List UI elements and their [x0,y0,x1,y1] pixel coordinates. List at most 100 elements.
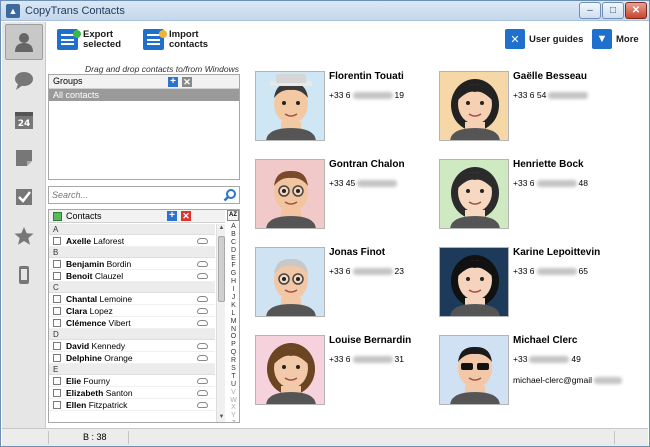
alphabet-letter[interactable]: X [227,404,239,412]
contact-phone-start: +33 6 [329,266,351,276]
contact-card[interactable]: Henriette Bock +33 6 48 [439,159,639,239]
contact-card-name: Gontran Chalon [329,159,405,170]
nav-phone-button[interactable] [5,257,43,293]
alphabet-letter[interactable]: F [227,262,239,270]
contact-name: David Kennedy [66,340,125,352]
contact-row[interactable]: Delphine Orange [49,352,215,364]
alphabet-letter[interactable]: N [227,326,239,334]
contact-checkbox[interactable] [53,354,61,362]
contact-last-name: Bordin [106,259,132,269]
alphabet-letter[interactable]: E [227,255,239,263]
contact-card[interactable]: Michael Clerc +33 49 michael-clerc@gmail [439,335,639,415]
import-contacts-button[interactable]: Import contacts [143,29,208,50]
drag-drop-hint: Drag and drop contacts to/from Windows [85,64,239,74]
alphabet-letter[interactable]: P [227,341,239,349]
search-icon[interactable] [223,188,237,202]
avatar-illustration [450,167,500,228]
scroll-thumb[interactable] [218,236,225,302]
import-label: Import contacts [169,30,208,50]
contact-checkbox[interactable] [53,295,61,303]
contact-card[interactable]: Gaëlle Besseau +33 6 54 [439,71,639,151]
scroll-up-arrow-icon[interactable]: ▲ [217,224,226,233]
select-all-checkbox[interactable] [53,212,62,221]
contact-list-scrollbar[interactable]: ▲ ▼ [216,224,225,422]
contact-row[interactable]: Chantal Lemoine [49,293,215,305]
delete-group-button[interactable]: ✕ [182,77,192,87]
contact-card[interactable]: Jonas Finot +33 6 23 [255,247,455,327]
alphabet-letter[interactable]: S [227,365,239,373]
minimize-button[interactable]: – [579,2,601,19]
contact-checkbox[interactable] [53,307,61,315]
blurred-text [536,180,577,188]
contact-checkbox[interactable] [53,389,61,397]
alphabet-letter[interactable]: B [227,231,239,239]
group-item-all-contacts[interactable]: All contacts [49,89,239,101]
alphabet-letter[interactable]: C [227,239,239,247]
contact-card[interactable]: Karine Lepoittevin +33 6 65 [439,247,639,327]
contact-checkbox[interactable] [53,260,61,268]
alphabet-letter[interactable]: M [227,318,239,326]
alphabet-letter[interactable]: K [227,302,239,310]
contact-first-name: Elie [66,376,82,386]
nav-bookmarks-button[interactable] [5,218,43,254]
contact-checkbox[interactable] [53,272,61,280]
contact-row[interactable]: Axelle Laforest [49,235,215,247]
contact-checkbox[interactable] [53,401,61,409]
alphabet-letter[interactable]: G [227,270,239,278]
contact-checkbox[interactable] [53,319,61,327]
alphabet-letter[interactable]: U [227,381,239,389]
contact-row[interactable]: Clémence Vibert [49,317,215,329]
alphabet-letter[interactable]: V [227,389,239,397]
contact-checkbox[interactable] [53,377,61,385]
contact-last-name: Orange [104,353,133,363]
alphabet-letter[interactable]: H [227,278,239,286]
contact-row[interactable]: David Kennedy [49,340,215,352]
nav-notes-button[interactable] [5,140,43,176]
contact-phone-start: +33 6 [329,354,351,364]
add-group-button[interactable]: + [168,77,178,87]
alphabet-letter[interactable]: Z [227,420,239,422]
alphabet-letter[interactable]: I [227,286,239,294]
more-button[interactable]: ▼ More [592,29,639,49]
contact-row[interactable]: Elie Fourny [49,375,215,387]
alphabet-letter[interactable]: O [227,333,239,341]
alphabet-letter[interactable]: Q [227,349,239,357]
search-input[interactable] [49,187,219,203]
contact-checkbox[interactable] [53,342,61,350]
contact-row[interactable]: Clara Lopez [49,305,215,317]
contact-card[interactable]: Louise Bernardin +33 6 31 [255,335,455,415]
alphabet-letter[interactable]: T [227,373,239,381]
alphabet-letter[interactable]: W [227,397,239,405]
contact-card-name: Jonas Finot [329,247,386,258]
add-contact-button[interactable]: + [167,211,177,221]
nav-contacts-button[interactable] [5,24,43,60]
contact-card[interactable]: Gontran Chalon +33 45 [255,159,455,239]
scroll-down-arrow-icon[interactable]: ▼ [217,413,226,422]
contact-row[interactable]: Elizabeth Santon [49,387,215,399]
status-bar: B : 38 [2,428,648,446]
delete-contact-button[interactable]: ✕ [181,211,191,221]
close-button[interactable]: ✕ [625,2,647,19]
contact-last-name: Fitzpatrick [88,400,128,410]
contact-row[interactable]: Benjamin Bordin [49,258,215,270]
contact-card[interactable]: Florentin Touati +33 6 19 [255,71,455,151]
nav-calendar-button[interactable]: 24 [5,102,43,138]
contact-last-name: Fourny [83,376,110,386]
user-guides-button[interactable]: ✕ User guides [505,29,583,49]
alphabet-letter[interactable]: Y [227,412,239,420]
alphabet-letter[interactable]: A [227,223,239,231]
alphabet-letter[interactable]: J [227,294,239,302]
maximize-button[interactable]: □ [602,2,624,19]
alphabet-letter[interactable]: D [227,247,239,255]
alphabet-letter[interactable]: L [227,310,239,318]
export-selected-button[interactable]: Export selected [57,29,121,50]
nav-tasks-button[interactable] [5,179,43,215]
contact-first-name: Chantal [66,294,98,304]
contact-checkbox[interactable] [53,237,61,245]
sort-az-button[interactable]: AZ [227,210,239,221]
nav-messages-button[interactable] [5,63,43,99]
alphabet-letter[interactable]: R [227,357,239,365]
contact-phone-start: +33 [513,354,528,364]
contact-row[interactable]: Benoit Clauzel [49,270,215,282]
contact-row[interactable]: Ellen Fitzpatrick [49,399,215,411]
